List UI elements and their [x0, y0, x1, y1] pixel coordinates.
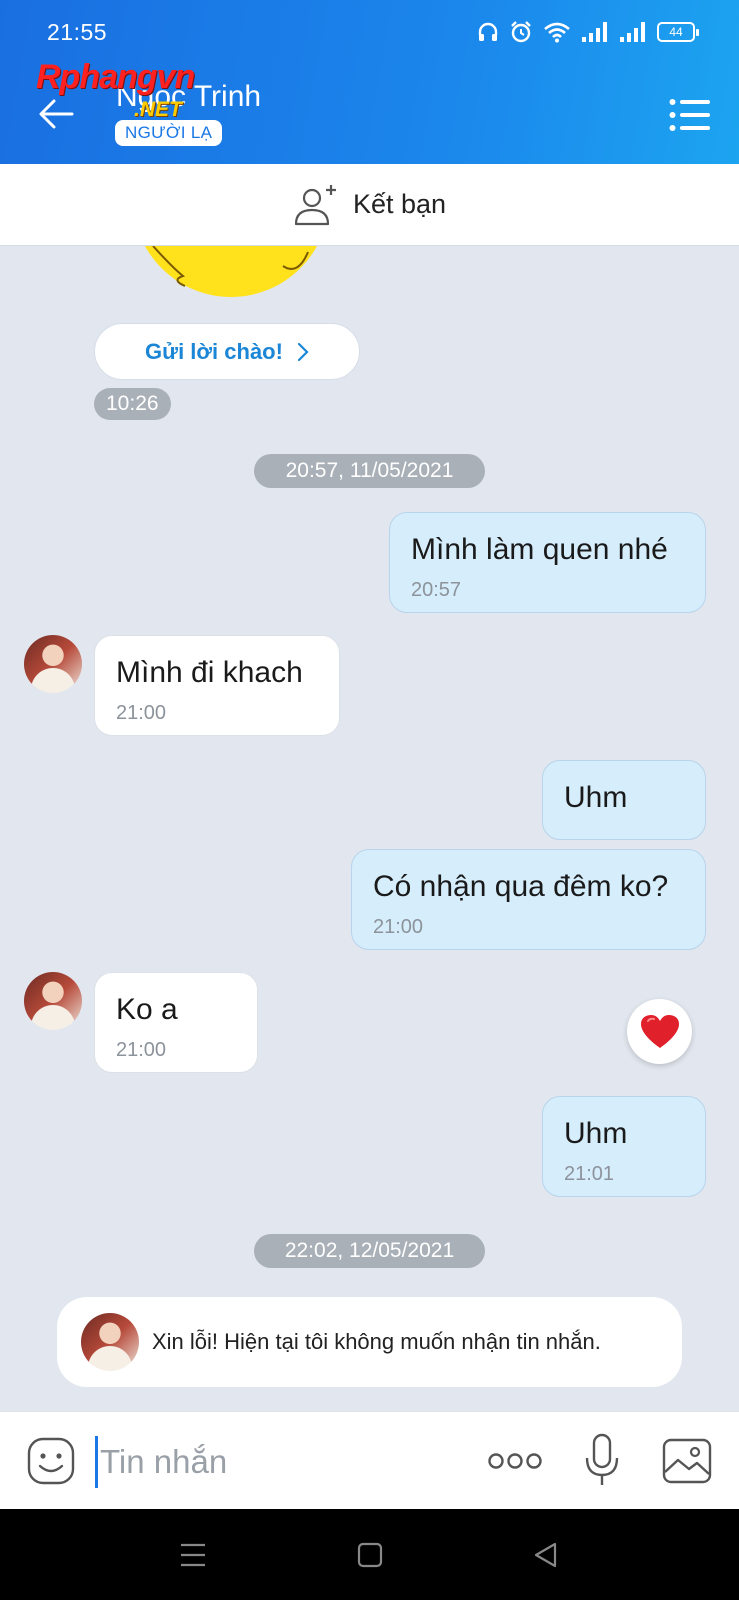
- message-text: Có nhận qua đêm ko?: [373, 870, 669, 903]
- more-options-icon[interactable]: [487, 1448, 543, 1474]
- image-gallery-icon[interactable]: [662, 1438, 712, 1484]
- alarm-icon: [511, 21, 531, 43]
- menu-list-icon[interactable]: [669, 98, 711, 132]
- message-bubble-received[interactable]: Mình đi khach 21:00: [94, 635, 340, 736]
- message-bubble-received[interactable]: Ko a 21:00: [94, 972, 258, 1073]
- message-bubble-sent[interactable]: Có nhận qua đêm ko? 21:00: [351, 849, 706, 950]
- message-bubble-sent[interactable]: Uhm 21:01: [542, 1096, 706, 1197]
- contact-avatar[interactable]: [24, 635, 82, 693]
- message-time: 21:00: [373, 916, 424, 938]
- status-time: 21:55: [47, 19, 108, 45]
- status-bar: 21:55 44: [0, 0, 739, 64]
- message-text: Uhm: [564, 781, 628, 814]
- heart-icon: [640, 1014, 679, 1048]
- system-nav-bar: [0, 1509, 739, 1600]
- message-text: Mình đi khach: [116, 656, 303, 689]
- date-separator: 20:57, 11/05/2021: [254, 454, 485, 488]
- heart-reaction[interactable]: [627, 999, 692, 1064]
- back-icon[interactable]: [532, 1542, 558, 1568]
- battery-indicator: 44: [657, 22, 699, 42]
- stranger-badge: NGƯỜI LẠ: [115, 120, 223, 146]
- send-greeting-label: Gửi lời chào!: [145, 338, 283, 364]
- message-time: 21:00: [116, 702, 167, 724]
- contact-avatar[interactable]: [81, 1313, 139, 1371]
- message-bubble-sent[interactable]: Mình làm quen nhé 20:57: [389, 512, 706, 613]
- microphone-icon[interactable]: [582, 1432, 622, 1488]
- add-user-icon: [294, 184, 336, 225]
- send-greeting-button[interactable]: Gửi lời chào!: [94, 323, 360, 380]
- emoji-icon[interactable]: [26, 1436, 76, 1486]
- message-time: 21:01: [564, 1163, 615, 1185]
- signal-icon: [582, 22, 607, 42]
- notice-text: Xin lỗi! Hiện tại tôi không muốn nhận ti…: [152, 1329, 601, 1354]
- signal-icon-2: [620, 22, 645, 42]
- add-friend-label: Kết bạn: [352, 189, 447, 219]
- watermark-logo: Rphangvn: [36, 58, 195, 96]
- back-arrow-icon[interactable]: [36, 94, 76, 134]
- status-icons: 44: [477, 20, 699, 44]
- headphones-icon: [478, 22, 498, 41]
- message-text: Uhm: [564, 1117, 628, 1150]
- recents-icon[interactable]: [179, 1542, 207, 1568]
- greeting-time: 10:26: [94, 388, 171, 420]
- message-bubble-sent[interactable]: Uhm: [542, 760, 706, 840]
- sticker-image: [133, 246, 329, 298]
- chevron-right-icon: [297, 342, 309, 361]
- auto-reply-notice: Xin lỗi! Hiện tại tôi không muốn nhận ti…: [57, 1297, 682, 1387]
- message-text: Mình làm quen nhé: [411, 533, 668, 566]
- date-separator: 22:02, 12/05/2021: [254, 1234, 485, 1268]
- add-friend-button[interactable]: Kết bạn: [0, 164, 739, 246]
- message-input[interactable]: [95, 1436, 455, 1488]
- watermark-logo-suffix: .NET: [134, 98, 182, 121]
- top-bar: 21:55 44 Ngọc Trinh NGƯỜI LẠ Rphangvn .N…: [0, 0, 739, 164]
- message-time: 21:00: [116, 1039, 167, 1061]
- contact-avatar[interactable]: [24, 972, 82, 1030]
- message-time: 20:57: [411, 579, 462, 601]
- message-composer: [0, 1411, 739, 1509]
- home-icon[interactable]: [357, 1542, 383, 1568]
- message-text: Ko a: [116, 993, 178, 1026]
- wifi-icon: [544, 22, 570, 43]
